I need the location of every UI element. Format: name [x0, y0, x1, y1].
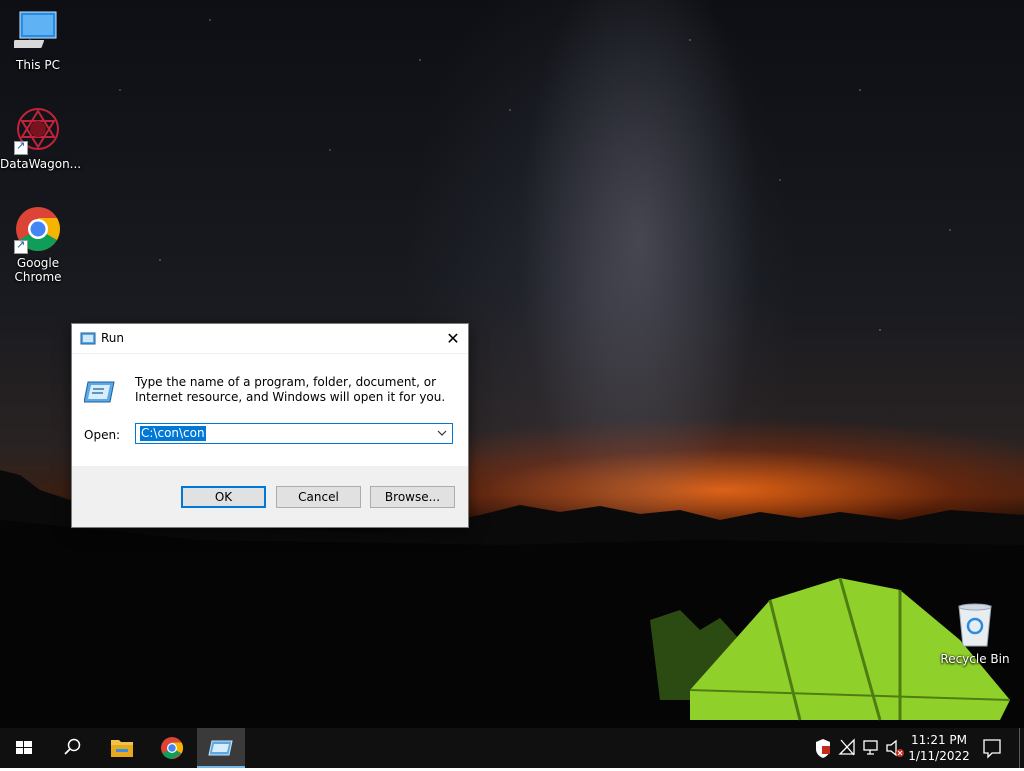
- label-line-2: Chrome: [14, 270, 62, 284]
- chrome-icon: [14, 206, 62, 254]
- desktop-icon-label: Google Chrome: [0, 256, 76, 284]
- dialog-content: Type the name of a program, folder, docu…: [72, 354, 468, 466]
- ok-button[interactable]: OK: [181, 486, 266, 508]
- volume-muted-icon[interactable]: [884, 728, 906, 768]
- clock[interactable]: 11:21 PM 1/11/2022: [906, 732, 972, 764]
- title-bar[interactable]: Run ✕: [72, 324, 468, 353]
- taskbar: 11:21 PM 1/11/2022: [0, 728, 1024, 768]
- desktop-icon-this-pc[interactable]: This PC: [0, 8, 76, 72]
- shortcut-arrow-icon: [14, 139, 28, 155]
- label-line-1: Google: [16, 256, 60, 270]
- show-desktop-button[interactable]: [1019, 728, 1020, 768]
- run-description: Type the name of a program, folder, docu…: [135, 375, 446, 404]
- clock-time: 11:21 PM: [911, 733, 967, 747]
- desktop-icon-recycle-bin[interactable]: Recycle Bin: [937, 602, 1013, 666]
- shortcut-arrow-icon: [14, 238, 28, 254]
- file-explorer-button[interactable]: [98, 728, 146, 768]
- search-icon: [64, 738, 81, 755]
- security-icon[interactable]: [813, 728, 833, 768]
- desktop-icon-google-chrome[interactable]: Google Chrome: [0, 206, 76, 284]
- start-icon: [16, 741, 32, 754]
- open-input-value[interactable]: C:\con\con: [140, 426, 206, 441]
- recycle-bin-icon: [951, 602, 999, 650]
- chrome-icon: [161, 737, 183, 759]
- run-program-icon: [84, 381, 115, 403]
- run-taskbar-button[interactable]: [197, 728, 245, 768]
- display-icon[interactable]: [861, 728, 881, 768]
- this-pc-icon: [11, 8, 62, 56]
- chevron-down-icon[interactable]: [436, 427, 448, 439]
- cancel-button[interactable]: Cancel: [276, 486, 361, 508]
- run-dialog[interactable]: Run ✕ Type the name of a program, folder…: [71, 323, 469, 528]
- search-button[interactable]: [48, 728, 96, 768]
- run-icon: [80, 332, 96, 345]
- desktop-icon-label: DataWagon...: [0, 157, 82, 171]
- datawagon-icon: [14, 107, 62, 155]
- notifications-icon[interactable]: [980, 728, 1004, 768]
- browse-button[interactable]: Browse...: [370, 486, 455, 508]
- chrome-taskbar-button[interactable]: [148, 728, 196, 768]
- network-disconnected-icon[interactable]: [837, 728, 857, 768]
- open-label: Open:: [84, 428, 121, 442]
- desktop-icon-label: Recycle Bin: [940, 652, 1010, 666]
- desktop-icon-label: This PC: [16, 58, 60, 72]
- run-icon: [208, 740, 233, 756]
- desktop-icon-datawagon[interactable]: DataWagon...: [0, 107, 82, 171]
- start-button[interactable]: [0, 728, 48, 768]
- open-combobox[interactable]: C:\con\con: [135, 423, 453, 444]
- window-title: Run: [101, 331, 125, 345]
- file-explorer-icon: [111, 740, 133, 757]
- close-button[interactable]: ✕: [438, 324, 468, 353]
- clock-date: 1/11/2022: [908, 749, 970, 763]
